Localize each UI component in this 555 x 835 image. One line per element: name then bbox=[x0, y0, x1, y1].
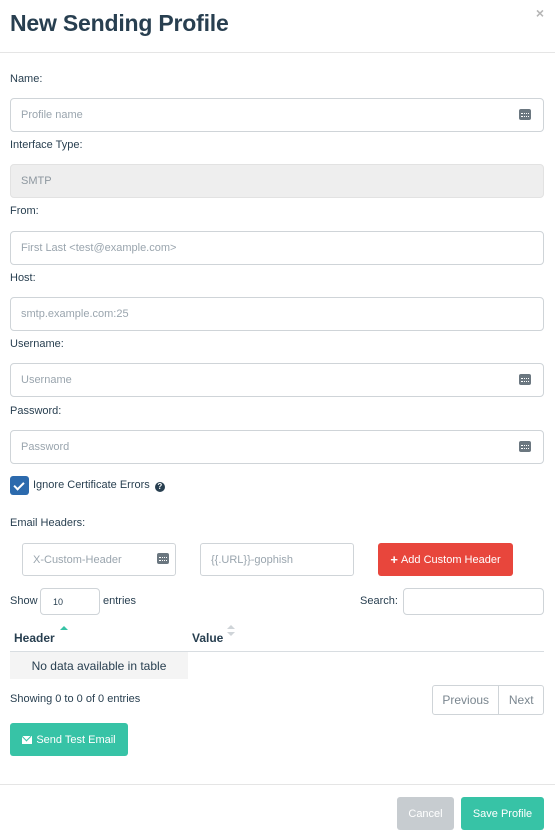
from-label: From: bbox=[10, 205, 39, 217]
from-placeholder: First Last <test@example.com> bbox=[21, 242, 177, 254]
modal-header: New Sending Profile × bbox=[0, 0, 555, 53]
name-input[interactable]: Profile name bbox=[10, 98, 544, 132]
cancel-button[interactable]: Cancel bbox=[397, 797, 454, 830]
password-manager-icon[interactable] bbox=[519, 374, 531, 385]
password-placeholder: Password bbox=[21, 441, 70, 453]
username-placeholder: Username bbox=[21, 374, 72, 386]
password-input[interactable]: Password bbox=[10, 430, 544, 464]
show-label: Show bbox=[10, 595, 38, 607]
custom-header-input[interactable]: X-Custom-Header bbox=[22, 543, 176, 576]
search-label: Search: bbox=[360, 595, 398, 607]
host-placeholder: smtp.example.com:25 bbox=[21, 308, 129, 320]
pagination: Previous Next bbox=[432, 685, 544, 715]
table-info: Showing 0 to 0 of 0 entries bbox=[10, 693, 141, 705]
close-icon[interactable]: × bbox=[536, 5, 544, 21]
empty-table-message: No data available in table bbox=[10, 652, 188, 679]
envelope-icon bbox=[22, 735, 33, 744]
search-input[interactable] bbox=[403, 588, 544, 615]
ignore-cert-label: Ignore Certificate Errors ? bbox=[33, 479, 165, 492]
interface-type-value: SMTP bbox=[21, 175, 52, 187]
interface-type-label: Interface Type: bbox=[10, 139, 83, 151]
modal-title: New Sending Profile bbox=[10, 10, 229, 36]
header-value-placeholder: {{.URL}}-gophish bbox=[211, 553, 293, 566]
email-headers-label: Email Headers: bbox=[10, 517, 86, 529]
from-input[interactable]: First Last <test@example.com> bbox=[10, 231, 544, 265]
sort-icon bbox=[227, 625, 235, 629]
sort-asc-icon bbox=[60, 626, 68, 630]
password-label: Password: bbox=[10, 405, 62, 417]
add-custom-header-label: Add Custom Header bbox=[400, 553, 501, 566]
ignore-cert-text: Ignore Certificate Errors bbox=[33, 479, 150, 491]
password-manager-icon[interactable] bbox=[519, 441, 531, 452]
column-header-value[interactable]: Value bbox=[192, 631, 223, 645]
name-label: Name: bbox=[10, 73, 43, 85]
password-manager-icon[interactable] bbox=[157, 553, 169, 564]
ignore-cert-checkbox[interactable] bbox=[10, 476, 29, 495]
next-button[interactable]: Next bbox=[499, 686, 543, 714]
sort-icon bbox=[227, 632, 235, 636]
plus-icon: + bbox=[390, 552, 398, 567]
send-test-email-label: Send Test Email bbox=[36, 733, 116, 746]
host-input[interactable]: smtp.example.com:25 bbox=[10, 297, 544, 331]
entries-length-select[interactable]: 10 bbox=[40, 588, 100, 615]
save-profile-button[interactable]: Save Profile bbox=[461, 797, 544, 830]
header-value-input[interactable]: {{.URL}}-gophish bbox=[200, 543, 354, 576]
host-label: Host: bbox=[10, 272, 36, 284]
username-label: Username: bbox=[10, 338, 64, 350]
footer-divider bbox=[0, 784, 555, 785]
custom-header-placeholder: X-Custom-Header bbox=[33, 553, 122, 566]
previous-button[interactable]: Previous bbox=[433, 686, 500, 714]
interface-type-input: SMTP bbox=[10, 164, 544, 198]
add-custom-header-button[interactable]: + Add Custom Header bbox=[378, 543, 513, 576]
name-placeholder: Profile name bbox=[21, 109, 83, 121]
username-input[interactable]: Username bbox=[10, 363, 544, 397]
entries-label: entries bbox=[103, 595, 137, 607]
password-manager-icon[interactable] bbox=[519, 109, 531, 120]
question-circle-icon[interactable]: ? bbox=[154, 482, 165, 492]
send-test-email-button[interactable]: Send Test Email bbox=[10, 723, 128, 756]
column-header-header[interactable]: Header bbox=[14, 631, 55, 645]
